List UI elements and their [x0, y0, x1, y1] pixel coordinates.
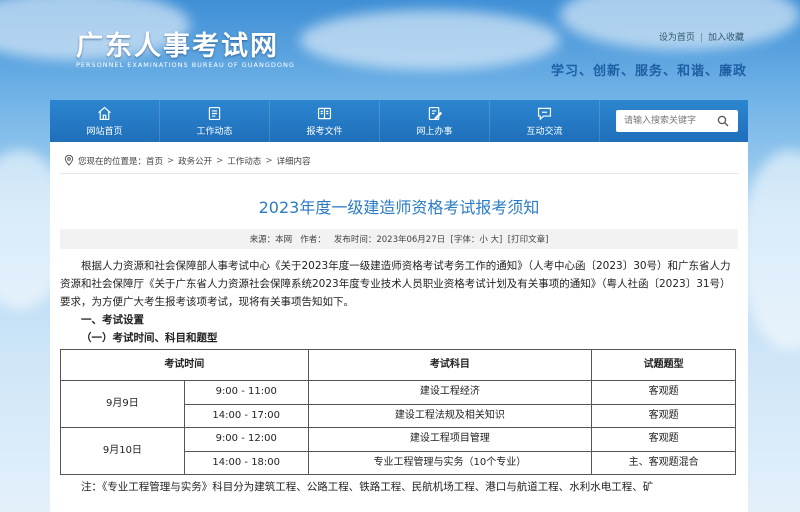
home-icon	[98, 106, 111, 121]
font-size-toggle[interactable]: [字体：小 大]	[451, 233, 503, 245]
meta-author: 作者：	[300, 235, 326, 245]
nav-label: 工作动态	[196, 127, 233, 137]
breadcrumb-item-work-news[interactable]: 工作动态	[227, 155, 261, 167]
subsection-heading: （一）考试时间、科目和题型	[81, 332, 218, 344]
question-type-cell: 客观题	[591, 380, 736, 405]
meta-source: 来源：本网	[249, 235, 293, 245]
exam-schedule-table-body: 9月9日 9:00 - 11:00 建设工程经济 客观题 14:00 - 17:…	[60, 380, 736, 475]
breadcrumb-item-current: 详细内容	[276, 156, 311, 167]
breadcrumb-prefix: 您现在的位置是：	[78, 156, 147, 167]
chat-icon	[537, 107, 552, 121]
table-row: 9月9日 9:00 - 11:00 建设工程经济 客观题	[60, 380, 736, 428]
site-logo-subtitle: PERSONNEL EXAMINATIONS BUREAU OF GUANGDO…	[76, 61, 295, 69]
nav-item-exam-docs[interactable]: 报考文件	[270, 100, 380, 142]
search-button[interactable]	[712, 111, 734, 131]
exam-date-cell: 9月10日	[60, 427, 185, 475]
section-heading: 一、考试设置	[81, 314, 144, 326]
table-row: 9月10日 9:00 - 12:00 建设工程项目管理 客观题	[60, 427, 736, 475]
exam-time-cell: 9:00 - 12:00	[183, 427, 309, 452]
article-body: 根据人力资源和社会保障部人事考试中心《关于2023年度一级建造师资格考试考务工作…	[60, 257, 738, 496]
breadcrumb-item-home[interactable]: 首页	[146, 155, 163, 167]
nav-label: 网上办事	[416, 127, 453, 137]
question-type-cell: 客观题	[591, 403, 736, 428]
exam-subject-cell: 建设工程经济	[307, 380, 593, 405]
exam-subject-cell: 建设工程项目管理	[307, 427, 593, 452]
nav-item-online-service[interactable]: 网上办事	[380, 100, 490, 142]
question-type-cell: 客观题	[591, 427, 736, 452]
search-box	[616, 110, 738, 132]
add-favorite-link[interactable]: 加入收藏	[708, 33, 744, 43]
search-input[interactable]	[616, 111, 712, 131]
header-exam-subject: 考试科目	[307, 349, 593, 381]
site-header: 广东人事考试网 PERSONNEL EXAMINATIONS BUREAU OF…	[0, 0, 800, 100]
breadcrumb: 您现在的位置是： 首页 > 政务公开 > 工作动态 > 详细内容	[60, 148, 738, 174]
table-note: 注：《专业工程管理与实务》科目分为建筑工程、公路工程、铁路工程、民航机场工程、港…	[81, 481, 654, 493]
exam-subject-cell: 专业工程管理与实务（10个专业）	[307, 450, 593, 475]
table-header-row: 考试时间 考试科目 试题题型	[60, 349, 736, 381]
breadcrumb-separator: >	[167, 155, 175, 166]
site-logo-title[interactable]: 广东人事考试网	[76, 24, 279, 63]
edit-document-icon	[428, 106, 443, 121]
intro-paragraph: 根据人力资源和社会保障部人事考试中心《关于2023年度一级建造师资格考试考务工作…	[60, 260, 731, 308]
location-pin-icon	[64, 155, 74, 166]
exam-time-cell: 14:00 - 17:00	[183, 403, 309, 428]
article-meta: 来源：本网 作者： 发布时间：2023年06月27日 [字体：小 大] [打印文…	[60, 229, 738, 249]
main-container: 网站首页 工作动态 报考文件 网上办事 互动交流 请输入搜索关键字 您现在的位置…	[50, 100, 748, 512]
nav-item-home[interactable]: 网站首页	[50, 100, 160, 142]
main-nav: 网站首页 工作动态 报考文件 网上办事 互动交流	[50, 100, 748, 142]
document-list-icon	[208, 106, 221, 121]
set-homepage-link[interactable]: 设为首页	[659, 33, 695, 43]
nav-label: 报考文件	[306, 127, 343, 137]
nav-item-work-news[interactable]: 工作动态	[160, 100, 270, 142]
header-exam-time: 考试时间	[60, 349, 309, 381]
nav-item-interaction[interactable]: 互动交流	[490, 100, 600, 142]
exam-time-cell: 14:00 - 18:00	[183, 450, 309, 475]
exam-time-cell: 9:00 - 11:00	[183, 380, 309, 405]
question-type-cell: 主、客观题混合	[591, 450, 736, 475]
breadcrumb-separator: >	[216, 155, 224, 166]
meta-date: 发布时间：2023年06月27日	[333, 235, 446, 245]
exam-date-cell: 9月9日	[60, 380, 185, 428]
background-cloud	[740, 150, 800, 350]
print-article-link[interactable]: [打印文章]	[508, 233, 549, 245]
article-title: 2023年度一级建造师资格考试报考须知	[258, 198, 540, 217]
exam-schedule-table: 考试时间 考试科目 试题题型	[60, 349, 736, 381]
nav-label: 互动交流	[526, 127, 563, 137]
nav-label: 网站首页	[86, 127, 123, 137]
top-links: 设为首页 | 加入收藏	[659, 30, 744, 43]
breadcrumb-item-gov-affairs[interactable]: 政务公开	[178, 155, 212, 167]
breadcrumb-separator: >	[265, 155, 273, 166]
site-slogan: 学习、创新、服务、和谐、廉政	[550, 64, 747, 79]
exam-subject-cell: 建设工程法规及相关知识	[307, 403, 593, 428]
book-icon	[317, 107, 332, 120]
search-icon	[717, 115, 729, 127]
header-question-type: 试题题型	[591, 349, 736, 381]
link-separator: |	[699, 33, 703, 43]
